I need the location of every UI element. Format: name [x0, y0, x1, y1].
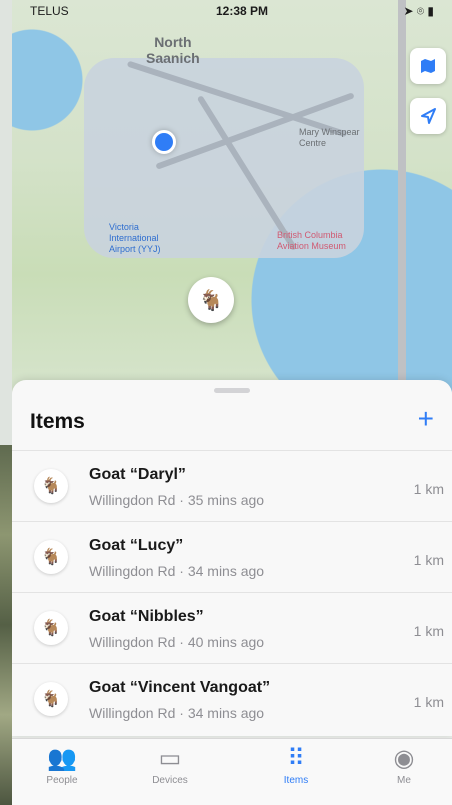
- list-item[interactable]: 🐐 Goat “Lucy” Willingdon Rd · 34 mins ag…: [12, 521, 452, 592]
- goat-icon: 🐐: [34, 611, 68, 645]
- tab-label: People: [46, 775, 78, 786]
- devices-icon: ▭: [158, 745, 182, 772]
- main-road: [398, 0, 406, 392]
- museum-poi-label[interactable]: British Columbia Aviation Museum: [277, 230, 346, 252]
- items-icon: ⠿: [287, 745, 305, 772]
- tab-people[interactable]: 👥 People: [22, 745, 102, 787]
- item-distance: 1 km: [413, 552, 444, 568]
- sheet-grabber[interactable]: [214, 388, 250, 393]
- me-icon: ◉: [393, 745, 415, 772]
- airport-poi-label[interactable]: Victoria International Airport (YYJ): [109, 222, 161, 255]
- items-sheet: Items + 🐐 Goat “Daryl” Willingdon Rd · 3…: [12, 380, 452, 736]
- goat-icon: 🐐: [198, 289, 224, 312]
- tab-label: Me: [397, 775, 411, 786]
- goat-icon: 🐐: [34, 469, 68, 503]
- list-item[interactable]: 🐐 Goat “Nibbles” Willingdon Rd · 40 mins…: [12, 592, 452, 663]
- add-item-button[interactable]: +: [418, 404, 434, 434]
- item-distance: 1 km: [413, 694, 444, 710]
- item-location-time: Willingdon Rd · 34 mins ago: [89, 563, 265, 579]
- tab-bar: 👥 People ▭ Devices ⠿ Items ◉ Me: [12, 738, 452, 805]
- map-icon: [421, 59, 435, 73]
- item-name: Goat “Nibbles”: [89, 608, 204, 625]
- item-distance: 1 km: [413, 623, 444, 639]
- phone-screen: TELUS 12:38 PM ➤ ⌾ ▮ North Saanich Victo…: [12, 0, 452, 805]
- list-item[interactable]: 🐐 Goat “Vincent Vangoat” Willingdon Rd ·…: [12, 663, 452, 734]
- tab-label: Items: [283, 775, 309, 786]
- tab-items[interactable]: ⠿ Items: [256, 745, 336, 787]
- people-icon: 👥: [47, 745, 77, 772]
- item-name: Goat “Daryl”: [89, 466, 186, 483]
- clock-time: 12:38 PM: [216, 4, 269, 18]
- tab-me[interactable]: ◉ Me: [364, 745, 444, 787]
- item-location-time: Willingdon Rd · 34 mins ago: [89, 705, 265, 721]
- locate-button[interactable]: [410, 98, 446, 134]
- item-location-time: Willingdon Rd · 40 mins ago: [89, 634, 265, 650]
- goat-icon: 🐐: [34, 540, 68, 574]
- current-location-dot: [152, 130, 176, 154]
- location-arrow-icon: [421, 108, 436, 124]
- items-list: 🐐 Goat “Daryl” Willingdon Rd · 35 mins a…: [12, 450, 452, 734]
- status-icons: ➤ ⌾ ▮: [403, 4, 434, 18]
- item-location-time: Willingdon Rd · 35 mins ago: [89, 492, 265, 508]
- sheet-title: Items: [30, 410, 85, 433]
- centre-poi-label[interactable]: Mary Winspear Centre: [299, 127, 360, 149]
- goat-map-pin[interactable]: 🐐: [188, 277, 234, 323]
- item-name: Goat “Lucy”: [89, 537, 184, 554]
- item-distance: 1 km: [413, 481, 444, 497]
- goat-icon: 🐐: [34, 682, 68, 716]
- tab-devices[interactable]: ▭ Devices: [130, 745, 210, 787]
- carrier-label: TELUS: [30, 4, 69, 18]
- status-bar: TELUS 12:38 PM ➤ ⌾ ▮: [12, 0, 452, 22]
- map-region-label: North Saanich: [146, 34, 200, 66]
- tab-label: Devices: [152, 775, 188, 786]
- map-mode-button[interactable]: [410, 48, 446, 84]
- item-name: Goat “Vincent Vangoat”: [89, 679, 271, 696]
- list-item[interactable]: 🐐 Goat “Daryl” Willingdon Rd · 35 mins a…: [12, 450, 452, 521]
- map-view[interactable]: TELUS 12:38 PM ➤ ⌾ ▮ North Saanich Victo…: [12, 0, 452, 392]
